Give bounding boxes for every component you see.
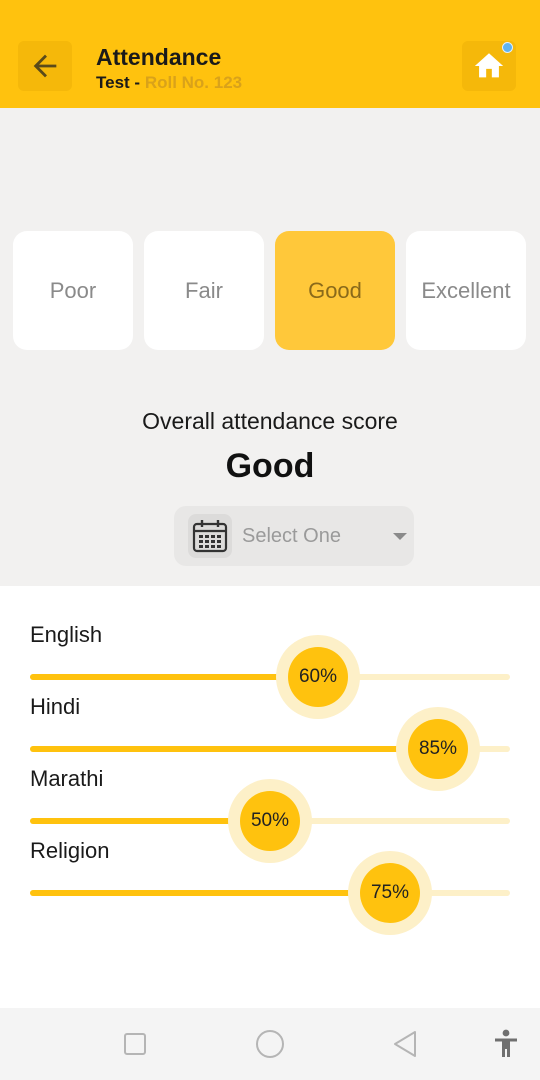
period-select[interactable]: Select One xyxy=(174,506,414,566)
subjects-panel: English 60% Hindi 85% Marathi 50% Religi… xyxy=(0,586,540,1008)
home-icon xyxy=(474,53,504,78)
slider-fill xyxy=(30,674,318,680)
accessibility-icon[interactable] xyxy=(490,1028,522,1060)
slider-thumb[interactable]: 85% xyxy=(396,707,480,791)
overall-score-caption: Overall attendance score xyxy=(142,408,398,434)
arrow-back-icon xyxy=(33,54,57,78)
recents-square-icon[interactable] xyxy=(120,1029,150,1059)
slider-thumb[interactable]: 50% xyxy=(228,779,312,863)
subject-label-english: English xyxy=(30,622,103,647)
rating-option-excellent[interactable]: Excellent xyxy=(406,231,526,350)
roll-number: Roll No. 123 xyxy=(144,73,243,92)
student-name: Test - xyxy=(96,73,141,92)
slider-value: 50% xyxy=(240,791,300,851)
slider-value: 75% xyxy=(360,863,420,923)
slider-fill xyxy=(30,890,390,896)
rating-option-good[interactable]: Good xyxy=(275,231,395,350)
chevron-down-icon xyxy=(393,533,407,540)
slider-value: 60% xyxy=(288,647,348,707)
rating-option-label: Excellent xyxy=(421,277,511,303)
back-button[interactable] xyxy=(18,41,72,91)
period-select-placeholder: Select One xyxy=(242,525,341,547)
rating-option-label: Poor xyxy=(49,277,97,303)
subject-label-hindi: Hindi xyxy=(30,694,81,719)
slider-value: 85% xyxy=(408,719,468,779)
subject-label-religion: Religion xyxy=(30,838,110,863)
overall-score-value: Good xyxy=(225,447,315,485)
slider-religion[interactable]: 75% xyxy=(30,851,510,935)
slider-marathi[interactable]: 50% xyxy=(30,779,510,863)
rating-option-label: Fair xyxy=(185,277,223,303)
calendar-icon xyxy=(188,514,232,558)
rating-option-poor[interactable]: Poor xyxy=(13,231,133,350)
home-circle-icon[interactable] xyxy=(254,1028,286,1060)
rating-option-fair[interactable]: Fair xyxy=(144,231,264,350)
app-bar: Attendance Test - Roll No. 123 xyxy=(0,0,540,108)
slider-fill xyxy=(30,746,438,752)
rating-option-label: Good xyxy=(308,277,362,303)
slider-thumb[interactable]: 60% xyxy=(276,635,360,719)
notification-dot xyxy=(502,42,513,53)
subject-label-marathi: Marathi xyxy=(30,766,104,791)
back-triangle-icon[interactable] xyxy=(390,1029,420,1059)
slider-hindi[interactable]: 85% xyxy=(30,707,510,791)
slider-english[interactable]: 60% xyxy=(30,635,510,719)
slider-thumb[interactable]: 75% xyxy=(348,851,432,935)
page-title: Attendance xyxy=(96,44,222,70)
student-info: Test - Roll No. 123 xyxy=(96,73,242,93)
system-nav-bar xyxy=(0,1008,540,1080)
